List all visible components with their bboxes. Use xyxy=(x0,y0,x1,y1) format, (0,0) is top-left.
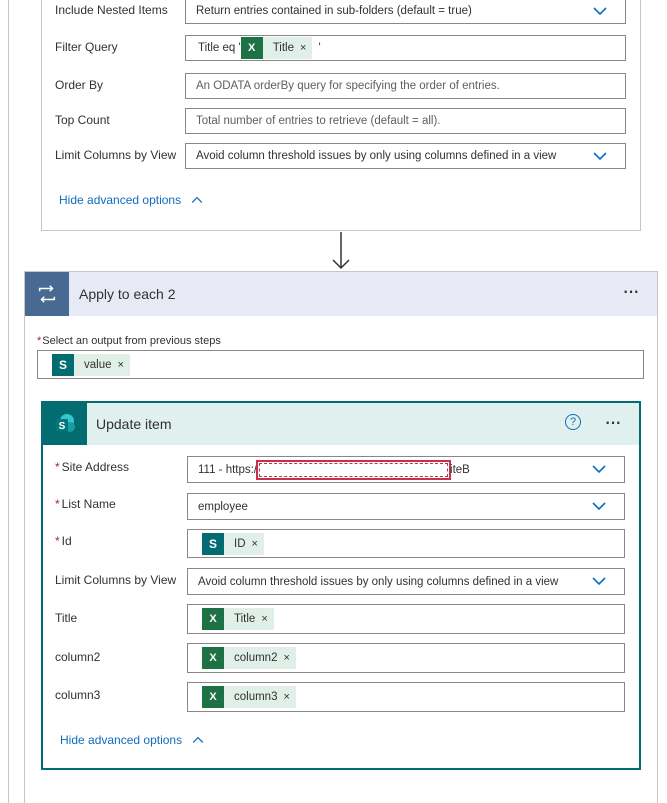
close-icon[interactable]: × xyxy=(261,613,267,625)
site-address-value-start: 111 - https:/ xyxy=(198,463,258,476)
site-address-label: * Site Address xyxy=(55,460,129,474)
select-output-text: Select an output from previous steps xyxy=(42,335,221,347)
loop-icon xyxy=(38,285,56,303)
value-token-label: value xyxy=(84,358,112,371)
value-token[interactable]: S value × xyxy=(52,353,130,376)
connector-arrow-icon xyxy=(332,232,350,270)
hide-advanced-options-link[interactable]: Hide advanced options xyxy=(60,733,204,747)
id-text: Id xyxy=(61,534,72,548)
excel-icon: X xyxy=(202,686,224,708)
order-by-label: Order By xyxy=(55,78,104,92)
column2-token-label: column2 xyxy=(234,652,278,664)
select-output-label: *Select an output from previous steps xyxy=(37,335,221,347)
close-icon[interactable]: × xyxy=(300,42,306,54)
include-nested-items-dropdown[interactable]: Return entries contained in sub-folders … xyxy=(185,0,626,24)
close-icon[interactable]: × xyxy=(283,652,289,664)
column2-token[interactable]: X column2 × xyxy=(202,647,296,669)
excel-icon: X xyxy=(240,37,263,59)
column2-label: column2 xyxy=(55,650,101,664)
limit-columns-label: Limit Columns by View xyxy=(55,148,177,162)
top-action-card: Include Nested Items Return entries cont… xyxy=(41,0,641,231)
chevron-down-icon[interactable] xyxy=(592,501,606,511)
required-asterisk: * xyxy=(55,460,60,474)
close-icon[interactable]: × xyxy=(252,538,258,550)
hide-advanced-label: Hide advanced options xyxy=(60,733,183,747)
limit-columns-value: Avoid column threshold issues by only us… xyxy=(196,150,557,162)
chevron-down-icon[interactable] xyxy=(592,576,606,586)
required-asterisk: * xyxy=(55,534,60,548)
id-token[interactable]: S ID × xyxy=(202,532,264,555)
excel-icon: X xyxy=(202,647,224,669)
id-token-label: ID xyxy=(234,537,246,550)
sharepoint-icon: S xyxy=(56,414,75,432)
redaction-box xyxy=(256,459,452,480)
site-address-dropdown[interactable]: 111 - https:/ iteB xyxy=(187,456,625,483)
list-name-dropdown[interactable]: employee xyxy=(187,493,625,520)
loop-icon-tile xyxy=(25,272,69,316)
list-name-label: * List Name xyxy=(55,497,116,511)
update-item-title: Update item xyxy=(96,416,172,432)
chevron-down-icon[interactable] xyxy=(593,6,607,16)
list-name-value: employee xyxy=(198,500,248,513)
title-token-label: Title xyxy=(272,42,294,54)
chevron-down-icon[interactable] xyxy=(592,464,606,474)
title-label: Title xyxy=(55,611,78,625)
top-count-label: Top Count xyxy=(55,113,110,127)
sharepoint-icon-tile: S xyxy=(43,403,87,445)
column2-input[interactable]: X column2 × xyxy=(187,643,625,673)
close-icon[interactable]: × xyxy=(118,359,124,371)
filter-query-input[interactable]: Title eq ' X Title × ' xyxy=(185,35,626,61)
canvas-left-rule xyxy=(8,0,9,803)
required-asterisk: * xyxy=(55,497,60,511)
hide-advanced-options-link[interactable]: Hide advanced options xyxy=(59,193,203,207)
include-nested-items-label: Include Nested Items xyxy=(55,3,168,17)
title-token[interactable]: X Title × xyxy=(240,37,313,59)
include-nested-items-value: Return entries contained in sub-folders … xyxy=(196,5,472,17)
sharepoint-icon: S xyxy=(52,353,74,376)
site-address-value-end: iteB xyxy=(450,463,470,476)
apply-to-each-header[interactable]: Apply to each 2 ··· xyxy=(25,272,657,316)
apply-to-each-title: Apply to each 2 xyxy=(79,286,176,302)
order-by-placeholder: An ODATA orderBy query for specifying th… xyxy=(196,80,500,92)
top-count-input[interactable]: Total number of entries to retrieve (def… xyxy=(185,108,626,134)
title-input[interactable]: X Title × xyxy=(187,604,625,634)
excel-icon: X xyxy=(202,608,224,630)
chevron-up-icon xyxy=(193,736,204,743)
order-by-input[interactable]: An ODATA orderBy query for specifying th… xyxy=(185,73,626,99)
limit-columns-dropdown[interactable]: Avoid column threshold issues by only us… xyxy=(185,143,626,169)
hide-advanced-label: Hide advanced options xyxy=(59,193,182,207)
limit-columns-label: Limit Columns by View xyxy=(55,573,177,587)
title-token-label: Title xyxy=(234,613,256,625)
chevron-down-icon[interactable] xyxy=(593,151,607,161)
filter-query-prefix: Title eq ' xyxy=(198,42,241,54)
site-address-text: Site Address xyxy=(61,460,130,474)
column3-token[interactable]: X column3 × xyxy=(202,686,296,708)
limit-columns-dropdown[interactable]: Avoid column threshold issues by only us… xyxy=(187,568,625,595)
column3-label: column3 xyxy=(55,688,101,702)
top-count-placeholder: Total number of entries to retrieve (def… xyxy=(196,115,441,127)
id-input[interactable]: S ID × xyxy=(187,529,625,558)
help-icon-glyph: ? xyxy=(569,416,577,428)
select-output-input[interactable]: S value × xyxy=(37,350,644,379)
svg-text:S: S xyxy=(59,421,66,432)
column3-token-label: column3 xyxy=(234,691,278,703)
more-options-icon[interactable]: ··· xyxy=(604,409,622,435)
filter-query-label: Filter Query xyxy=(55,40,118,54)
id-label: * Id xyxy=(55,534,72,548)
list-name-text: List Name xyxy=(61,497,116,511)
close-icon[interactable]: × xyxy=(283,691,289,703)
required-asterisk: * xyxy=(37,335,42,347)
limit-columns-value: Avoid column threshold issues by only us… xyxy=(198,575,559,588)
help-icon[interactable]: ? xyxy=(565,414,581,430)
filter-query-suffix: ' xyxy=(318,42,321,54)
update-item-header[interactable]: S Update item ? ··· xyxy=(43,403,639,445)
column3-input[interactable]: X column3 × xyxy=(187,682,625,712)
sharepoint-icon: S xyxy=(202,532,224,555)
title-token[interactable]: X Title × xyxy=(202,608,274,630)
more-options-icon[interactable]: ··· xyxy=(622,278,640,304)
chevron-up-icon xyxy=(192,196,203,203)
